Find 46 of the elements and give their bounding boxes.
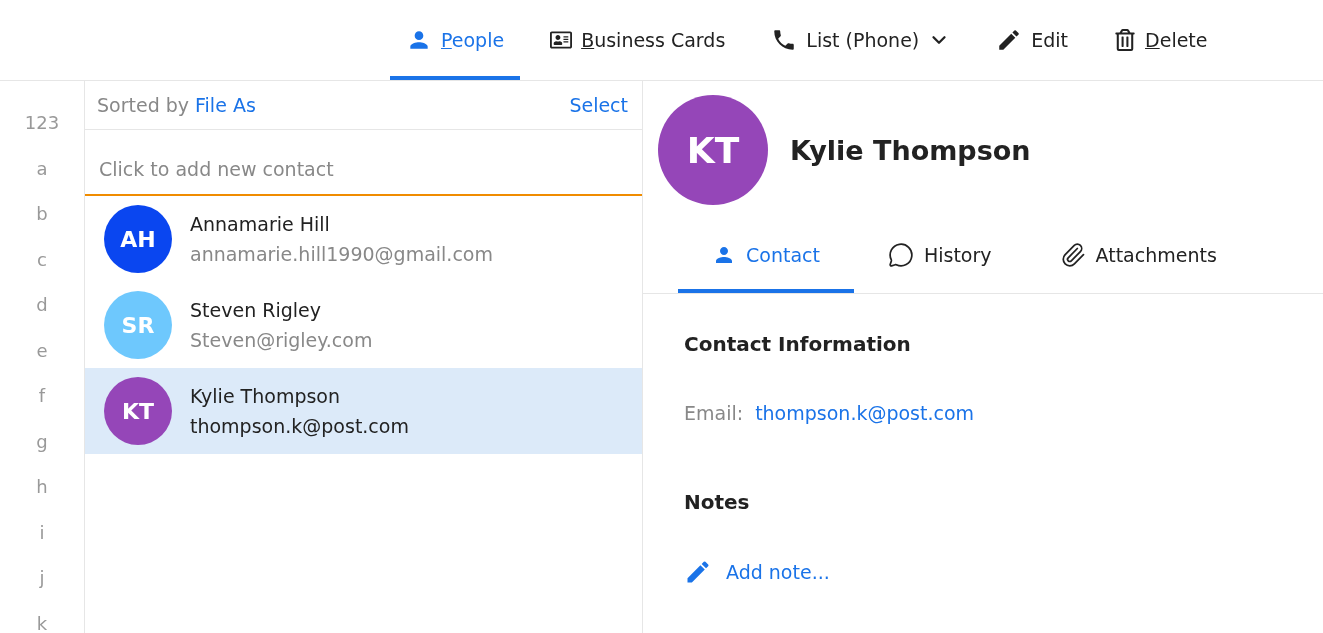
contact-name: Kylie Thompson [190, 385, 341, 407]
index-letter[interactable]: 123 [24, 109, 60, 137]
contact-email: thompson.k@post.com [190, 415, 409, 437]
detail-tab[interactable]: History [853, 217, 1026, 293]
contact-row[interactable]: KT Kylie Thompson thompson.k@post.com [85, 368, 642, 454]
contact-email: annamarie.hill1990@gmail.com [190, 243, 493, 265]
contact-name: Steven Rigley [190, 299, 322, 321]
section-heading: Contact Information [684, 332, 912, 356]
index-letter[interactable]: b [36, 200, 48, 228]
index-letter[interactable]: k [36, 609, 48, 633]
sort-label: Sorted by [97, 94, 190, 116]
id-card-icon [550, 29, 573, 51]
avatar: KT [104, 377, 172, 445]
contact-name: Annamarie Hill [190, 213, 331, 235]
add-note-button[interactable]: Add note... [684, 558, 830, 586]
index-letter[interactable]: j [39, 564, 45, 592]
speech-bubble-icon [887, 242, 914, 268]
contact-title: Kylie Thompson [790, 134, 1031, 166]
index-letter[interactable]: f [38, 382, 46, 410]
index-letter[interactable]: h [36, 473, 48, 501]
detail-tab[interactable]: Attachments [1025, 217, 1251, 293]
email-label: Email: [684, 402, 744, 424]
select-link[interactable]: Select [569, 94, 628, 116]
people-tab[interactable]: People [390, 0, 521, 80]
view-dropdown[interactable]: List (Phone) [755, 0, 967, 80]
contact-row[interactable]: SR Steven Rigley Steven@rigley.com [85, 282, 642, 368]
email-link[interactable]: thompson.k@post.com [755, 402, 975, 424]
index-letter[interactable]: c [37, 245, 47, 274]
contact-email: Steven@rigley.com [190, 329, 373, 351]
toolbar-button[interactable]: Delete [1098, 0, 1224, 80]
detail-tab[interactable]: Contact [678, 217, 854, 293]
trash-icon [1114, 29, 1137, 51]
sort-link[interactable]: File As [195, 94, 256, 116]
contact-row[interactable]: AH Annamarie Hill annamarie.hill1990@gmail.com [85, 196, 642, 282]
section-heading: Notes [684, 490, 751, 514]
toolbar-button[interactable]: Business Cards [534, 0, 742, 80]
index-letter[interactable]: d [36, 291, 48, 319]
index-letter[interactable]: a [36, 154, 48, 183]
index-letter[interactable]: i [39, 518, 45, 547]
paperclip-icon [1059, 242, 1086, 268]
avatar: KT [658, 95, 768, 205]
avatar: SR [104, 291, 172, 359]
avatar: AH [104, 205, 172, 273]
toolbar-button[interactable]: Edit [980, 0, 1085, 80]
index-letter[interactable]: g [36, 427, 48, 456]
index-letter[interactable]: e [36, 336, 48, 365]
